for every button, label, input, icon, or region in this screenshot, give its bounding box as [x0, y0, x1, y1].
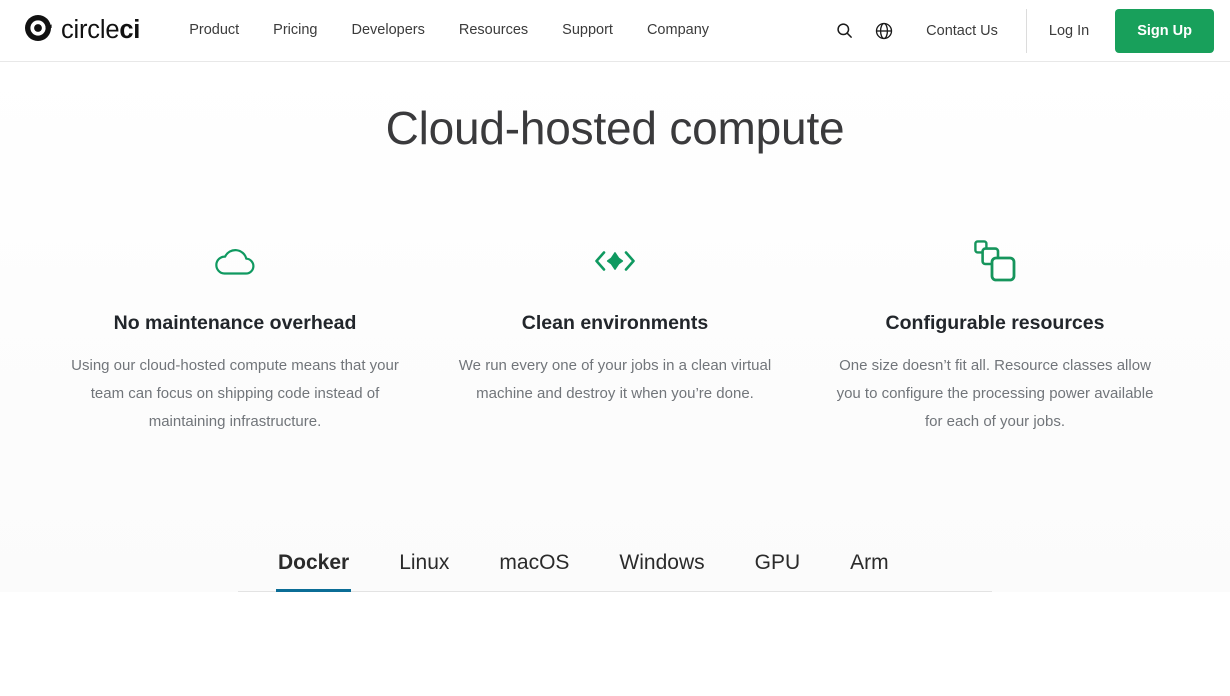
log-in-link[interactable]: Log In — [1033, 15, 1105, 47]
nav-item-product[interactable]: Product — [172, 15, 256, 46]
tab-windows[interactable]: Windows — [617, 540, 706, 592]
page-title: Cloud-hosted compute — [385, 102, 845, 154]
feature-card-no-maintenance-overhead: No maintenance overhead Using our cloud-… — [45, 233, 425, 436]
tab-linux[interactable]: Linux — [397, 540, 451, 592]
feature-card-configurable-resources: Configurable resources One size doesn’t … — [805, 233, 1185, 436]
feature-title: Clean environments — [521, 312, 709, 335]
nav-item-resources[interactable]: Resources — [442, 15, 545, 46]
site-header: circleci Product Pricing Developers Reso… — [0, 0, 1230, 62]
feature-card-clean-environments: Clean environments We run every one of y… — [425, 233, 805, 436]
executor-tabs: Docker Linux macOS Windows GPU Arm — [238, 540, 992, 593]
nav-item-developers[interactable]: Developers — [335, 15, 442, 46]
sign-up-button[interactable]: Sign Up — [1115, 8, 1214, 53]
circleci-logo-icon — [24, 14, 52, 47]
executor-tabs-wrapper: Docker Linux macOS Windows GPU Arm — [0, 540, 1230, 593]
stacked-squares-icon — [831, 233, 1159, 289]
feature-title: No maintenance overhead — [113, 312, 357, 335]
nav-item-pricing[interactable]: Pricing — [256, 15, 334, 46]
brand-word-light: circle — [61, 15, 120, 44]
search-icon[interactable] — [824, 11, 864, 51]
nav-item-support[interactable]: Support — [545, 15, 630, 46]
feature-list: No maintenance overhead Using our cloud-… — [0, 233, 1230, 436]
feature-title: Configurable resources — [885, 312, 1105, 335]
code-brackets-icon — [451, 233, 779, 289]
tab-macos[interactable]: macOS — [497, 540, 571, 592]
feature-body: Using our cloud-hosted compute means tha… — [71, 357, 399, 431]
cloud-icon — [71, 233, 399, 289]
feature-body: We run every one of your jobs in a clean… — [458, 357, 772, 403]
circleci-logo[interactable]: circleci — [24, 14, 140, 47]
contact-us-link[interactable]: Contact Us — [912, 15, 1012, 47]
brand-wordmark: circleci — [61, 15, 141, 44]
tab-docker[interactable]: Docker — [276, 540, 352, 593]
hero-section: Cloud-hosted compute No maintenance over… — [0, 62, 1230, 593]
header-actions: Contact Us Log In Sign Up — [824, 0, 1230, 61]
header-divider — [1025, 8, 1027, 53]
tab-gpu[interactable]: GPU — [753, 540, 803, 592]
tab-arm[interactable]: Arm — [848, 540, 891, 592]
brand-word-bold: ci — [119, 15, 141, 44]
nav-item-company[interactable]: Company — [630, 15, 726, 46]
feature-body: One size doesn’t fit all. Resource class… — [836, 357, 1154, 431]
main-navigation: Product Pricing Developers Resources Sup… — [172, 15, 726, 46]
globe-icon[interactable] — [864, 11, 904, 51]
